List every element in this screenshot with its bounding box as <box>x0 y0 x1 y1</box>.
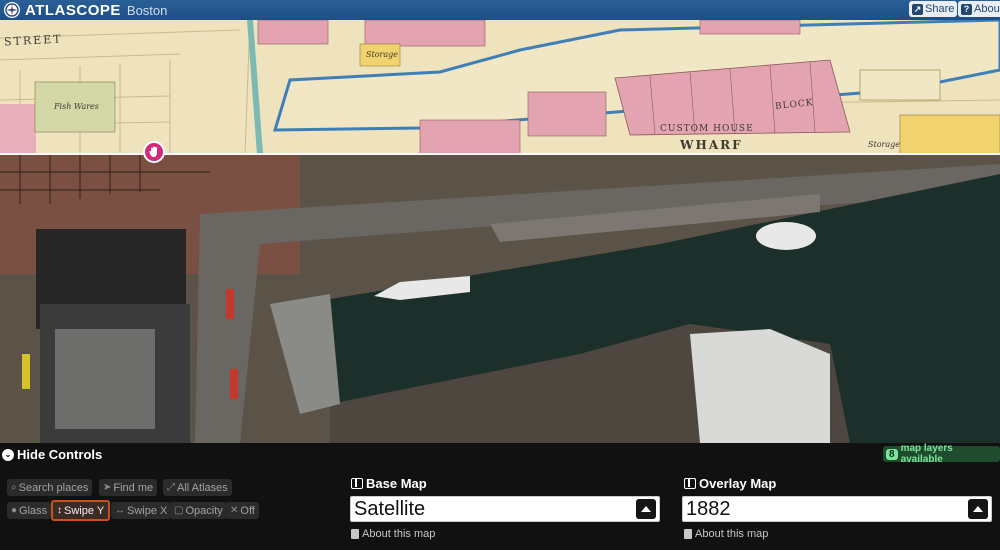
about-button[interactable]: ? About <box>958 1 1000 17</box>
app-header: ATLASCOPE Boston ↗ Share ? About <box>0 0 1000 20</box>
swipe-x-label: Swipe X <box>127 504 168 517</box>
map-canvas[interactable]: STREET Storage Fish Wares CUSTOM HOUSE B… <box>0 20 1000 443</box>
horizontal-arrows-icon: ↔ <box>115 505 125 516</box>
base-map-about-text: About this map <box>362 528 436 540</box>
hide-controls-toggle[interactable]: ⌄ Hide Controls <box>2 447 102 462</box>
brand-name: ATLASCOPE <box>25 1 121 19</box>
glass-label: Glass <box>19 504 48 517</box>
share-label: Share <box>925 3 955 15</box>
find-me-button[interactable]: ➤ Find me <box>99 479 158 496</box>
base-map-select[interactable]: Satellite <box>350 496 660 522</box>
historic-label-wharf: WHARF <box>680 138 743 152</box>
vertical-arrows-icon: ↕ <box>57 505 62 516</box>
hide-controls-label: Hide Controls <box>17 447 103 462</box>
off-button[interactable]: ✕ Off <box>226 502 259 519</box>
overlay-map-about-link[interactable]: About this map <box>684 528 768 540</box>
historic-label-fish-wares: Fish Wares <box>54 102 99 111</box>
search-places-button[interactable]: ⌕ Search places <box>7 479 93 496</box>
base-map-selected: Satellite <box>354 497 426 520</box>
historic-label-storage-top: Storage <box>366 50 398 59</box>
chevron-up-icon[interactable] <box>636 499 656 519</box>
overlay-map-heading: Overlay Map <box>684 476 776 491</box>
map-icon <box>351 478 363 489</box>
opacity-label: Opacity <box>185 504 223 517</box>
off-label: Off <box>240 504 255 517</box>
layers-count: 8 <box>886 448 898 460</box>
swipe-handle[interactable] <box>143 141 165 163</box>
overlay-map-heading-text: Overlay Map <box>699 476 777 491</box>
controls-panel: ⌄ Hide Controls 8 map layers available ⌕… <box>0 443 1000 550</box>
all-atlases-label: All Atlases <box>177 481 228 494</box>
question-icon: ? <box>961 3 972 15</box>
all-atlases-button[interactable]: ⤢ All Atlases <box>163 479 232 496</box>
base-map-about-link[interactable]: About this map <box>351 528 435 540</box>
document-icon <box>684 529 692 539</box>
base-map-heading: Base Map <box>351 476 427 491</box>
swipe-y-button[interactable]: ↕ Swipe Y <box>51 500 111 521</box>
about-label: About <box>974 3 1000 15</box>
find-me-label: Find me <box>113 481 154 494</box>
overlay-map-select[interactable]: 1882 <box>682 496 992 522</box>
search-places-label: Search places <box>18 481 89 494</box>
share-icon: ↗ <box>912 3 923 15</box>
circle-icon: ● <box>11 505 18 516</box>
hand-grab-icon <box>149 146 157 157</box>
map-icon <box>684 478 696 489</box>
satellite-base-map <box>0 154 1000 443</box>
search-icon: ⌕ <box>11 482 17 493</box>
opacity-button[interactable]: ▢ Opacity <box>170 502 227 519</box>
base-map-heading-text: Base Map <box>366 476 427 491</box>
swipe-x-button[interactable]: ↔ Swipe X <box>111 502 172 519</box>
layers-label: map layers available <box>900 443 953 465</box>
chevron-down-icon: ⌄ <box>2 448 14 461</box>
layers-available-badge: 8 map layers available <box>883 443 1000 465</box>
square-icon: ▢ <box>174 505 184 516</box>
historic-label-storage-right: Storage <box>868 140 900 149</box>
historic-overlay-map: STREET Storage Fish Wares CUSTOM HOUSE B… <box>0 20 1000 154</box>
document-icon <box>351 529 359 539</box>
overlay-map-about-text: About this map <box>695 528 769 540</box>
chevron-up-icon[interactable] <box>968 499 988 519</box>
expand-icon: ⤢ <box>167 482 175 493</box>
location-arrow-icon: ➤ <box>103 482 112 493</box>
glass-mode-button[interactable]: ● Glass <box>7 502 52 519</box>
swipe-y-label: Swipe Y <box>64 504 105 517</box>
compass-logo-icon <box>4 2 20 18</box>
close-icon: ✕ <box>230 505 239 516</box>
city-name: Boston <box>126 2 168 18</box>
share-button[interactable]: ↗ Share <box>909 1 958 17</box>
overlay-map-selected: 1882 <box>686 497 731 520</box>
historic-label-custom-house: CUSTOM HOUSE <box>660 124 754 134</box>
